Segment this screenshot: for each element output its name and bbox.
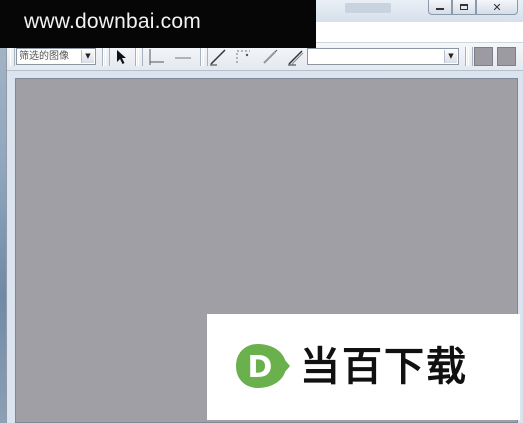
window-controls: ✕ bbox=[428, 0, 518, 16]
maximize-button[interactable] bbox=[452, 0, 476, 15]
filter-image-combo-value: 筛选的图像 bbox=[19, 51, 69, 62]
close-icon: ✕ bbox=[492, 0, 502, 14]
title-text-blur bbox=[345, 3, 391, 13]
color-swatch-button[interactable] bbox=[474, 47, 493, 66]
dotted-icon bbox=[236, 50, 250, 63]
color-swatch-button[interactable] bbox=[497, 47, 516, 66]
chevron-down-icon[interactable]: ▼ bbox=[444, 50, 457, 63]
toolbar-separator bbox=[102, 47, 104, 66]
draw-tool-button[interactable] bbox=[208, 47, 228, 67]
draw-icon bbox=[210, 49, 226, 66]
close-button[interactable]: ✕ bbox=[476, 0, 518, 15]
toolbar-separator bbox=[465, 47, 467, 66]
chevron-down-icon[interactable]: ▼ bbox=[81, 50, 94, 63]
minimize-icon bbox=[436, 8, 444, 10]
logo-letter: D bbox=[248, 350, 273, 385]
line-icon bbox=[175, 57, 191, 59]
brush-tool-button[interactable] bbox=[286, 47, 306, 67]
watermark-top: www.downbai.com bbox=[0, 0, 316, 48]
watermark-brand-text: 当百下载 bbox=[300, 344, 468, 390]
pen-tool-button[interactable] bbox=[260, 47, 280, 67]
pointer-tool-button[interactable] bbox=[112, 47, 132, 67]
watermark-url: www.downbai.com bbox=[24, 10, 201, 33]
watermark-bottom: D 当百下载 bbox=[207, 314, 520, 420]
brush-icon bbox=[288, 50, 304, 66]
downbai-logo-icon: D bbox=[236, 344, 290, 388]
style-combo[interactable]: ▼ bbox=[307, 48, 459, 65]
toolbar-separator bbox=[200, 47, 202, 66]
line-tool-button[interactable] bbox=[173, 47, 193, 67]
minimize-button[interactable] bbox=[428, 0, 452, 15]
crop-tool-button[interactable] bbox=[146, 47, 166, 67]
pointer-icon bbox=[117, 50, 126, 64]
pen-icon bbox=[263, 49, 278, 64]
dotted-tool-button[interactable] bbox=[234, 47, 254, 67]
crop-icon bbox=[149, 49, 164, 65]
maximize-icon bbox=[460, 4, 468, 10]
filter-image-combo[interactable]: 筛选的图像 ▼ bbox=[16, 48, 96, 65]
toolbar-grip[interactable] bbox=[138, 47, 143, 66]
toolbar-grip[interactable] bbox=[468, 47, 473, 66]
toolbar-grip[interactable] bbox=[105, 47, 110, 66]
toolbar-grip[interactable] bbox=[10, 47, 15, 66]
toolbar-separator bbox=[135, 47, 137, 66]
